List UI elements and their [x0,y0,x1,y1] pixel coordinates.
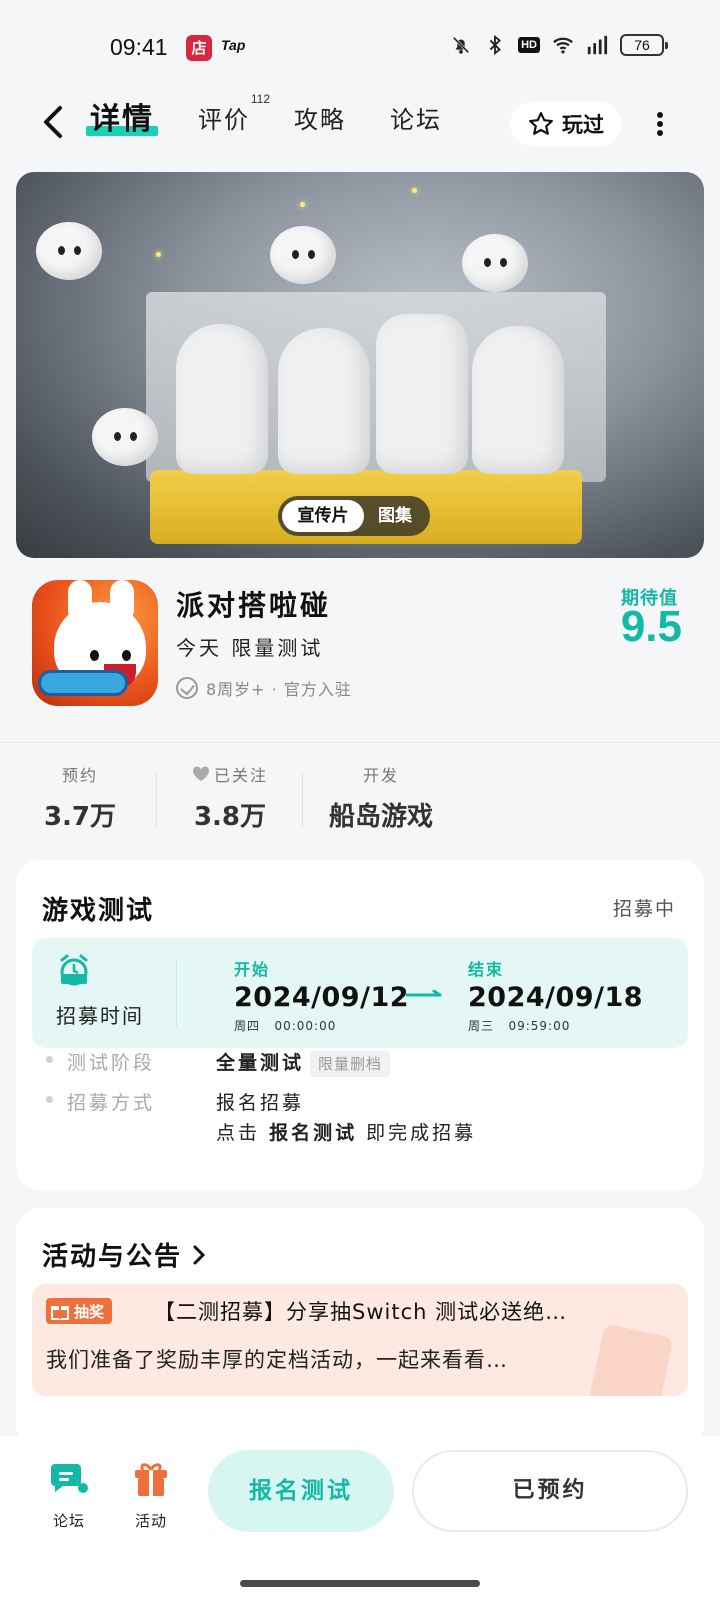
stat-developer[interactable]: 开发 船岛游戏 [316,762,446,833]
home-indicator[interactable] [240,1580,480,1587]
game-title: 派对搭啦碰 [176,589,332,622]
recruit-method-key: 招募方式 [46,1088,216,1148]
battery-icon: 76 [620,34,668,56]
stat-separator [302,772,303,828]
test-stage-row: 测试阶段 全量测试 限量删档 [46,1048,391,1078]
divider [0,742,720,743]
signup-test-button[interactable]: 报名测试 [208,1450,394,1532]
heart-icon [192,766,210,781]
test-stage-value: 全量测试 [216,1052,305,1074]
more-icon[interactable] [652,110,668,138]
hero-media[interactable]: 宣传片 图集 [16,172,704,558]
played-button[interactable]: 玩过 [510,102,622,146]
beta-alarm-icon [60,954,88,986]
bottom-forum[interactable]: 论坛 [44,1460,94,1531]
game-meta: 8周岁+ · 官方入驻 [176,676,352,700]
review-count-badge: 112 [250,92,270,106]
notice-body: 我们准备了奖励丰厚的定档活动，一起来看看… [46,1348,508,1372]
expect-score: 9.5 [620,602,682,651]
bluetooth-icon [489,34,502,56]
recruit-method-row: 招募方式 报名招募 点击 报名测试 即完成招募 [46,1088,476,1148]
toggle-gallery[interactable]: 图集 [364,500,426,532]
forum-chat-icon [51,1464,88,1493]
mute-bell-icon [452,36,470,54]
game-app-icon [32,580,158,706]
notice-item[interactable]: 抽奖 【二测招募】分享抽Switch 测试必送绝… 我们准备了奖励丰厚的定档活动… [32,1284,688,1396]
game-test-card: 游戏测试 招募中 招募时间 开始 2024/09/12 周四 00:00:00 … [16,860,704,1190]
toggle-trailer[interactable]: 宣传片 [282,500,364,532]
start-time: 开始 2024/09/12 周四 00:00:00 [234,960,410,1033]
test-stage-key: 测试阶段 [46,1048,216,1078]
game-subtitle: 今天 限量测试 [176,636,324,660]
floating-blob-3 [462,234,528,292]
gift-box-icon [135,1463,167,1496]
reserved-button[interactable]: 已预约 [412,1450,688,1532]
figure-4 [472,326,564,474]
bottom-action-bar: 论坛 活动 报名测试 已预约 [0,1436,720,1600]
back-icon[interactable] [36,102,72,142]
gift-icon [51,1306,69,1320]
figure-1 [176,324,268,474]
test-stage-tag: 限量删档 [310,1050,391,1077]
activity-notice-header[interactable]: 活动与公告 [42,1236,206,1273]
sparkle [412,188,417,193]
verified-icon [176,677,198,699]
figure-3 [376,314,468,474]
recruit-method-line1: 报名招募 [216,1092,305,1114]
tab-guides[interactable]: 攻略 [294,98,346,142]
arrow-right-icon [406,990,442,997]
test-card-title: 游戏测试 [42,896,155,926]
tap-app-icon: Tap [221,37,246,53]
hd-icon: HD [518,37,540,53]
tab-reviews[interactable]: 评价 112 [198,92,270,142]
stat-reservations: 预约 3.7万 [43,766,117,832]
floating-blob-2 [270,226,336,284]
shop-app-icon: 店 [186,35,212,61]
chevron-right-icon [193,1245,206,1264]
stat-follows[interactable]: 已关注 3.8万 [180,762,280,833]
lottery-badge: 抽奖 [46,1298,113,1324]
end-time: 结束 2024/09/18 周三 09:59:00 [468,960,644,1033]
activity-notice-card: 活动与公告 抽奖 【二测招募】分享抽Switch 测试必送绝… 我们准备了奖励丰… [16,1208,704,1448]
star-icon [529,112,553,135]
sparkle [156,252,161,257]
status-bar: 09:41 店 Tap HD 76 [0,0,720,90]
top-nav: 详情 评价 112 攻略 论坛 玩过 [0,92,720,156]
recruit-time-label: 招募时间 [56,1004,144,1028]
signup-link[interactable]: 报名测试 [269,1122,357,1144]
recruit-status: 招募中 [612,898,676,920]
signal-5g-icon [587,35,608,55]
sparkle [300,202,305,207]
figure-2 [278,328,370,474]
media-toggle: 宣传片 图集 [278,496,430,536]
bottom-activity[interactable]: 活动 [126,1460,176,1531]
wifi-icon [553,37,573,54]
played-label: 玩过 [562,113,604,137]
recruit-period: 招募时间 开始 2024/09/12 周四 00:00:00 结束 2024/0… [32,938,688,1048]
stat-separator [156,772,157,828]
tab-details[interactable]: 详情 [86,98,158,142]
floating-blob-1 [36,222,102,280]
floating-blob-4 [92,408,158,466]
tab-forum[interactable]: 论坛 [390,98,442,142]
status-time: 09:41 [110,34,168,60]
game-meta-text: 8周岁+ · 官方入驻 [206,680,352,699]
notice-title: 【二测招募】分享抽Switch 测试必送绝… [154,1300,568,1324]
